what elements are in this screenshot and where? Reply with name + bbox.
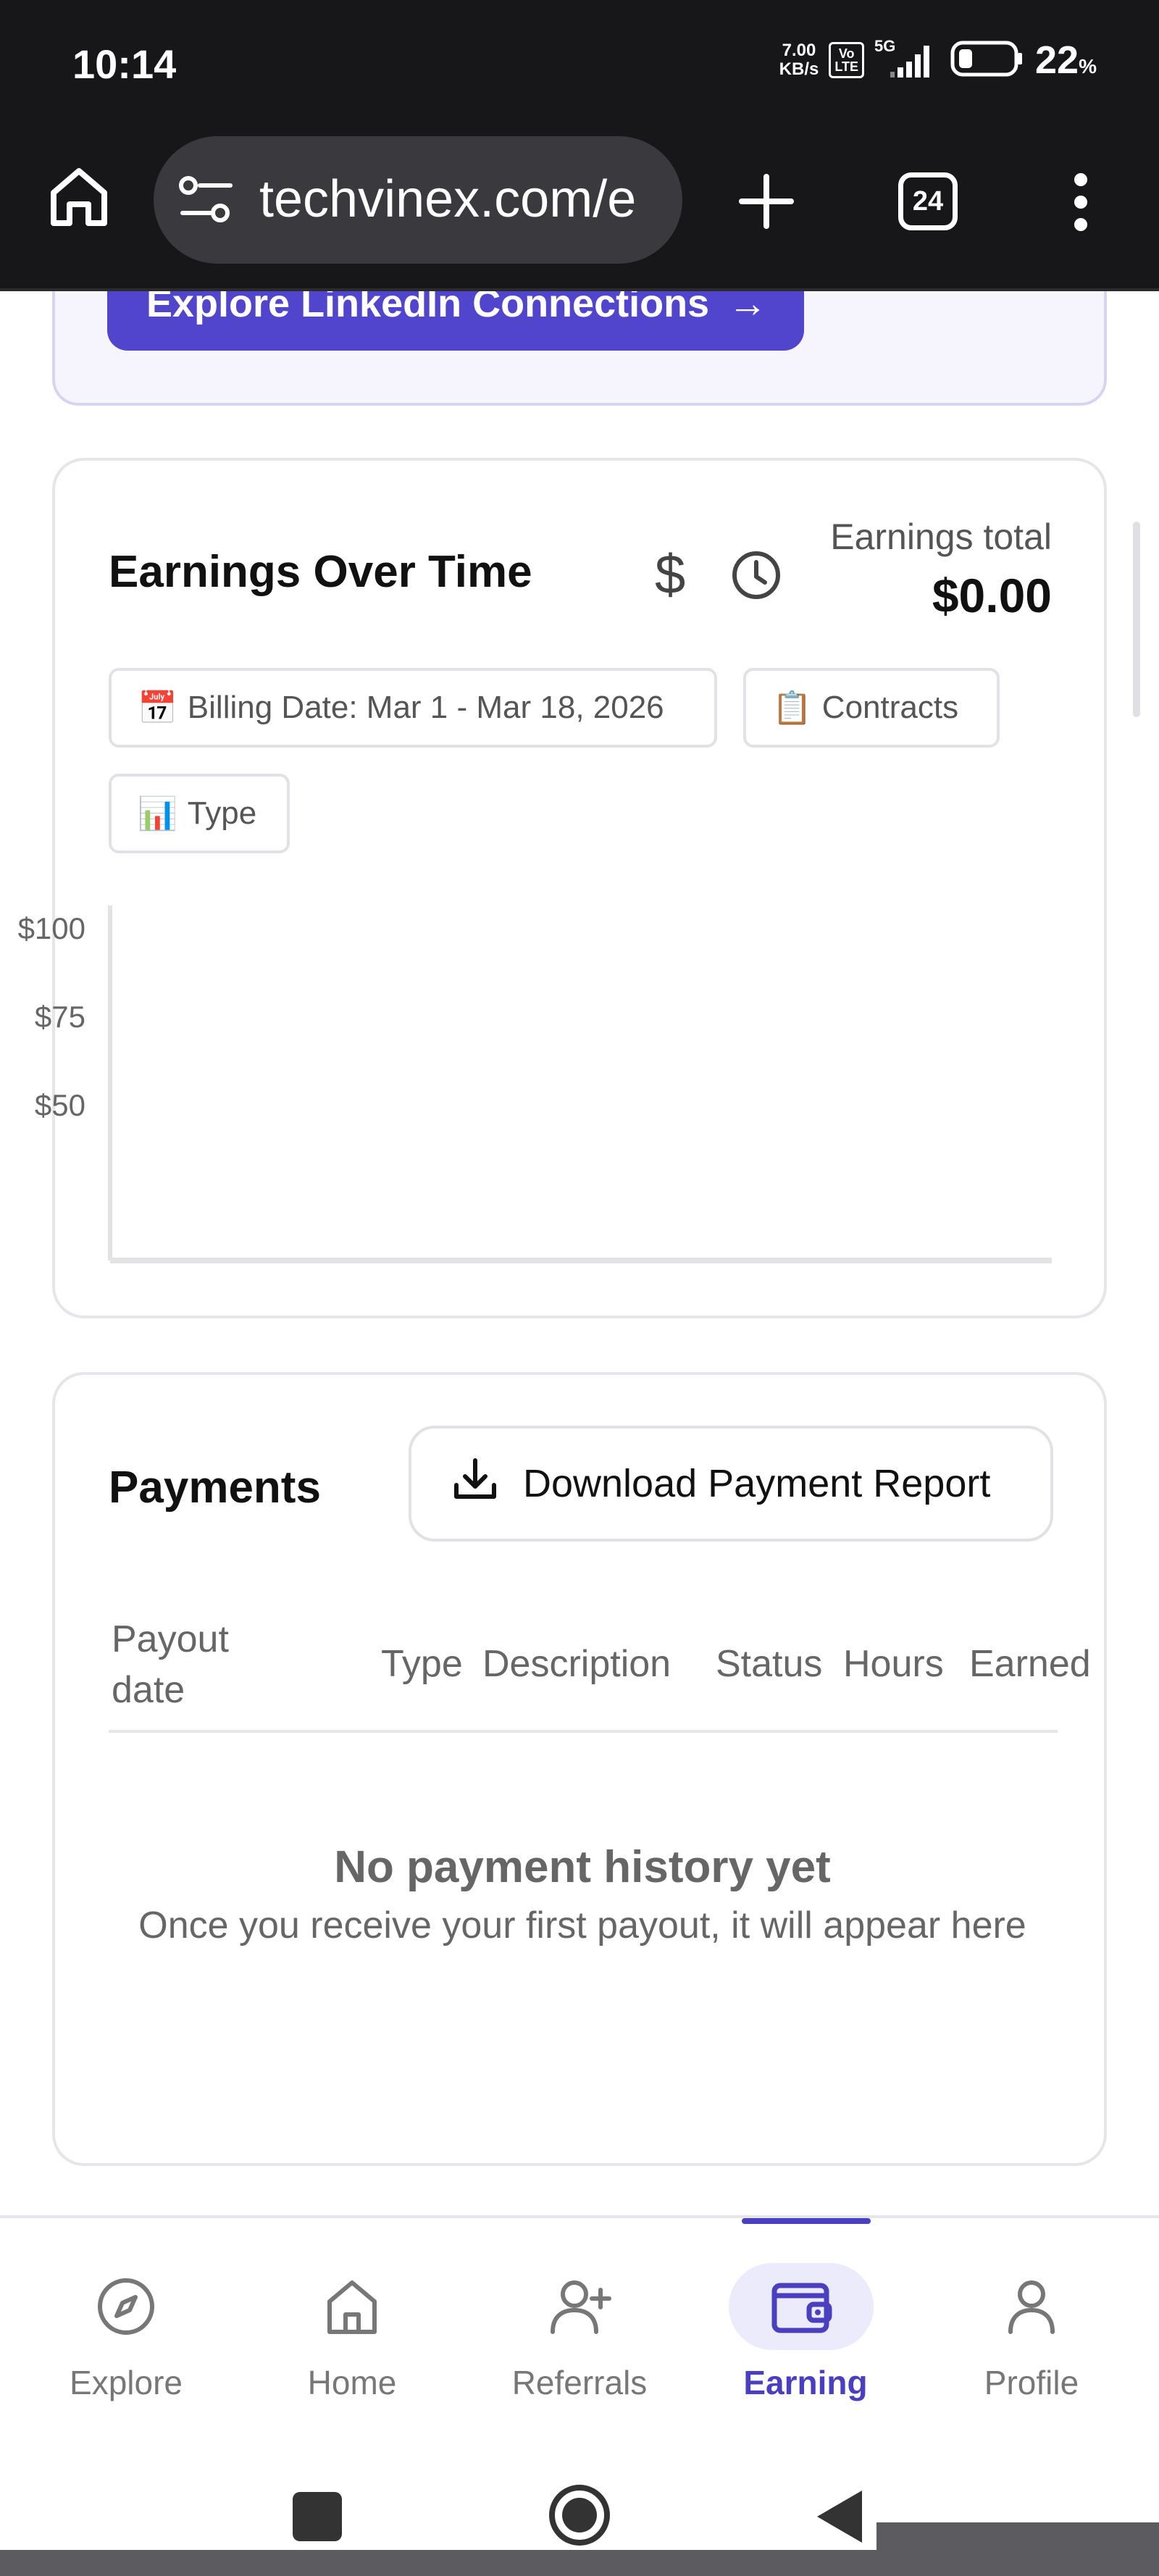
column-payout-date[interactable]: Payout date [112,1614,285,1715]
explore-linkedin-label: Explore LinkedIn Connections [146,291,710,325]
earnings-chart: $100 $75 $50 [18,906,1052,1263]
url-text[interactable]: techvinex.com/e [259,170,665,229]
calendar-icon: 📅 [138,690,177,726]
nav-item-earning[interactable]: Earning [690,2218,921,2450]
contracts-filter[interactable]: 📋 Contracts [743,668,1000,748]
home-icon[interactable] [46,164,112,229]
payments-title: Payments [109,1463,321,1513]
contracts-label: Contracts [821,690,959,725]
explore-linkedin-button[interactable]: Explore LinkedIn Connections → [107,291,804,351]
battery-icon [950,38,1025,83]
network-speed-value: 7.00 [782,41,816,60]
earnings-title: Earnings Over Time [109,547,532,597]
nav-item-profile[interactable]: Profile [916,2218,1147,2450]
compass-icon [83,2263,170,2350]
nav-item-home[interactable]: Home [236,2218,468,2450]
gesture-strip [0,2550,1159,2576]
billing-date-label: Billing Date: Mar 1 - Mar 18, 2026 [187,690,664,725]
status-time: 10:14 [72,41,177,87]
add-user-icon [536,2263,623,2350]
bar-chart-icon: 📊 [138,796,177,832]
nav-label-home: Home [307,2364,397,2401]
tab-switcher-button[interactable]: 24 [898,172,958,230]
nav-label-explore: Explore [70,2364,183,2401]
nav-item-referrals[interactable]: Referrals [464,2218,695,2450]
recents-button-icon[interactable] [293,2492,342,2541]
download-icon [452,1456,498,1512]
nav-item-explore[interactable]: Explore [10,2218,242,2450]
system-status-bar: 10:14 7.00 KB/s Vo LTE 5G 22% [0,0,1159,130]
nav-label-earning: Earning [743,2364,868,2401]
empty-state-title: No payment history yet [334,1842,831,1892]
type-filter[interactable]: 📊 Type [109,774,290,853]
linkedin-connections-card: Explore LinkedIn Connections → [52,291,1107,406]
signal-icon: 5G [874,37,940,80]
earnings-total-label: Earnings total [830,517,1052,557]
user-icon [988,2263,1075,2350]
column-type[interactable]: Type [381,1639,463,1689]
address-bar[interactable]: techvinex.com/e [154,136,682,264]
y-tick-label: $75 [35,1000,85,1034]
battery-percent-unit: % [1079,55,1097,78]
home-button-icon[interactable] [548,2483,611,2547]
volte-top-text: Vo [838,46,855,61]
type-label: Type [187,795,257,831]
scrollbar[interactable] [1133,522,1140,717]
battery-percent-value: 22 [1035,38,1079,82]
site-settings-icon[interactable] [178,175,236,230]
y-tick-label: $100 [18,911,85,945]
volte-icon: Vo LTE [829,42,865,78]
y-tick-label: $50 [35,1088,85,1122]
column-hours[interactable]: Hours [843,1639,944,1689]
column-status[interactable]: Status [716,1639,822,1689]
clock-icon[interactable] [727,546,785,608]
empty-state-subtitle: Once you receive your first payout, it w… [138,1904,1026,1946]
column-earned[interactable]: Earned [969,1639,1091,1689]
home-icon [309,2263,396,2350]
earnings-total-value: $0.00 [932,569,1052,622]
arrow-right-icon: → [728,291,768,325]
battery-percentage: 22% [1035,38,1097,83]
network-speed-unit: KB/s [779,59,819,79]
payments-table-header: Payout date Type Description Status Hour… [109,1607,1091,1733]
network-speed: 7.00 KB/s [779,41,819,79]
payments-card: Payments Download Payment Report Payout … [52,1372,1107,2166]
dollar-icon[interactable]: $ [655,543,685,606]
billing-date-filter[interactable]: 📅 Billing Date: Mar 1 - Mar 18, 2026 [109,668,717,748]
download-payment-report-label: Download Payment Report [523,1462,991,1505]
browser-toolbar: techvinex.com/e 24 [0,130,1159,291]
status-icons: 7.00 KB/s Vo LTE 5G 22% [779,37,1097,83]
new-tab-icon[interactable] [736,171,797,232]
more-menu-icon[interactable] [1065,170,1097,235]
volte-bottom-text: LTE [834,59,859,74]
column-description[interactable]: Description [482,1639,671,1689]
download-payment-report-button[interactable]: Download Payment Report [409,1426,1053,1542]
bottom-navigation: Explore Home Referrals Earning Profile [0,2215,1159,2447]
nav-label-profile: Profile [984,2364,1079,2401]
wallet-icon [729,2263,874,2350]
nav-label-referrals: Referrals [511,2364,648,2401]
back-button-icon[interactable] [814,2488,865,2546]
clipboard-icon: 📋 [772,690,812,726]
